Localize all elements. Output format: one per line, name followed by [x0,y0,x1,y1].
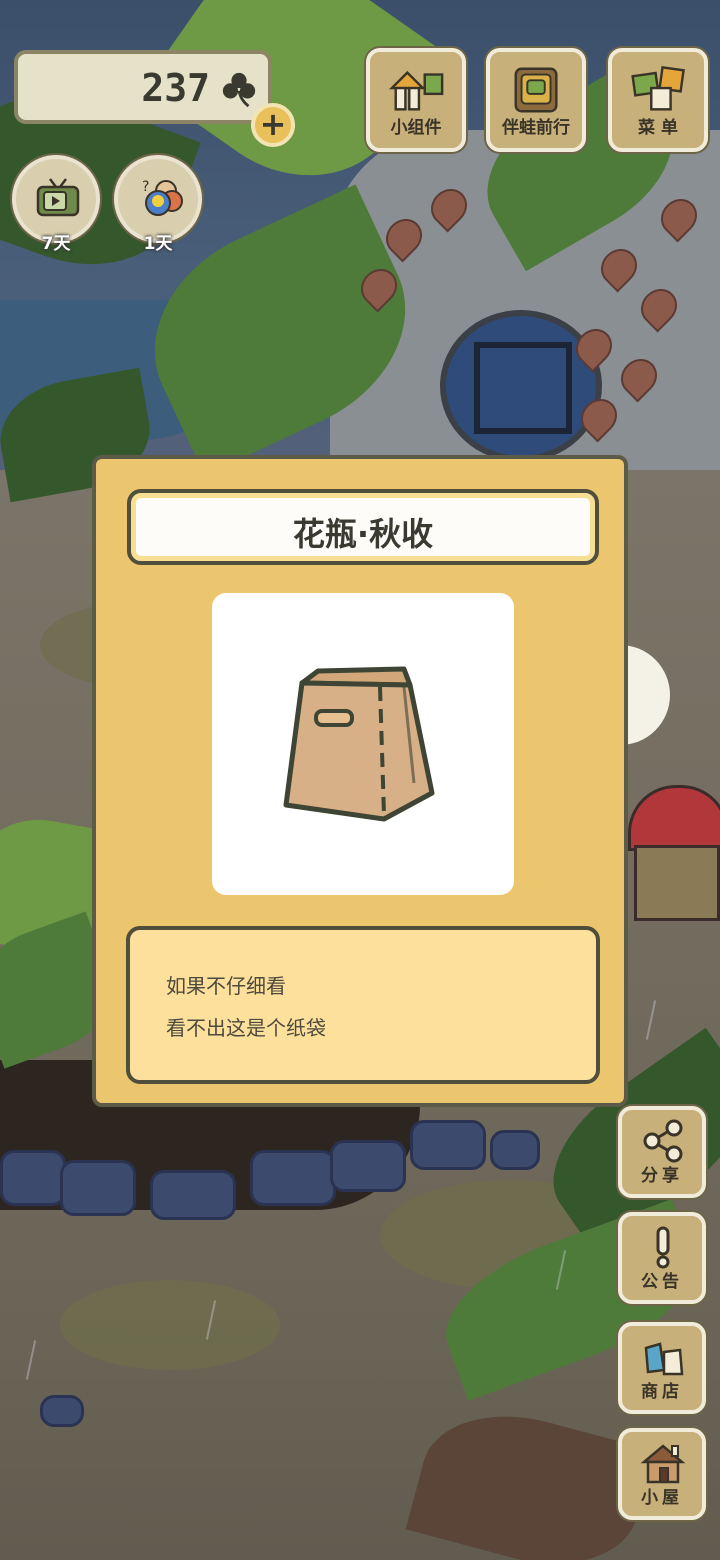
menu-button[interactable]: 菜 单 [608,48,708,152]
shop-button[interactable]: 商店 [618,1322,706,1414]
grass-patch [60,1280,280,1370]
album-icon [514,67,558,113]
clover-counter: 237 [14,50,272,124]
stone [330,1140,406,1192]
share-label: 分享 [641,1166,683,1186]
stone [410,1120,486,1170]
bird-days-left: 1天 [143,234,173,254]
bird-friends-button[interactable]: ? 1天 [114,155,202,254]
tv-icon [36,178,80,217]
house-label: 小屋 [641,1488,683,1508]
stone [60,1160,136,1216]
add-clover-button[interactable]: + [251,103,295,147]
bird-friends-icon: ? [142,179,183,216]
notice-label: 公告 [641,1272,683,1292]
share-button[interactable]: 分享 [618,1106,706,1198]
paper-bag-vase-icon [283,666,435,822]
item-image-frame [212,593,514,895]
stone [40,1395,84,1427]
tv-days-left: 7天 [41,234,71,254]
clover-icon [222,72,256,108]
tv-reward-button[interactable]: 7天 [12,155,100,254]
item-description-line: 如果不仔细看 [166,974,286,998]
shop-label: 商店 [641,1382,683,1402]
frog-album-label: 伴蛙前行 [502,118,570,138]
menu-icon [631,65,685,111]
item-title-box: 花瓶·秋收 [127,489,599,565]
notice-icon [656,1226,670,1269]
share-icon [643,1119,683,1163]
menu-label: 菜 单 [638,118,678,138]
widget-button[interactable]: 小组件 [366,48,466,152]
round-window [440,310,602,462]
item-title: 花瓶·秋收 [292,515,434,553]
stone [490,1130,540,1170]
item-description-box: 如果不仔细看 看不出这是个纸袋 [126,926,600,1084]
svg-text:?: ? [142,179,149,195]
frog-album-button[interactable]: 伴蛙前行 [486,48,586,152]
stone [250,1150,336,1206]
item-detail-dialog[interactable]: 花瓶·秋收 如果不仔细看 看不出这是个纸袋 [92,455,628,1107]
house-icon [640,1444,686,1484]
notice-button[interactable]: 公告 [618,1212,706,1304]
plus-icon: + [259,105,287,143]
widget-label: 小组件 [390,118,442,138]
widget-icon [388,70,444,111]
house-button[interactable]: 小屋 [618,1428,706,1520]
mailbox [628,785,720,921]
shop-icon [644,1342,684,1376]
clover-count: 237 [141,66,210,110]
stone [0,1150,66,1206]
item-description-line: 看不出这是个纸袋 [166,1016,326,1040]
stone [150,1170,236,1220]
